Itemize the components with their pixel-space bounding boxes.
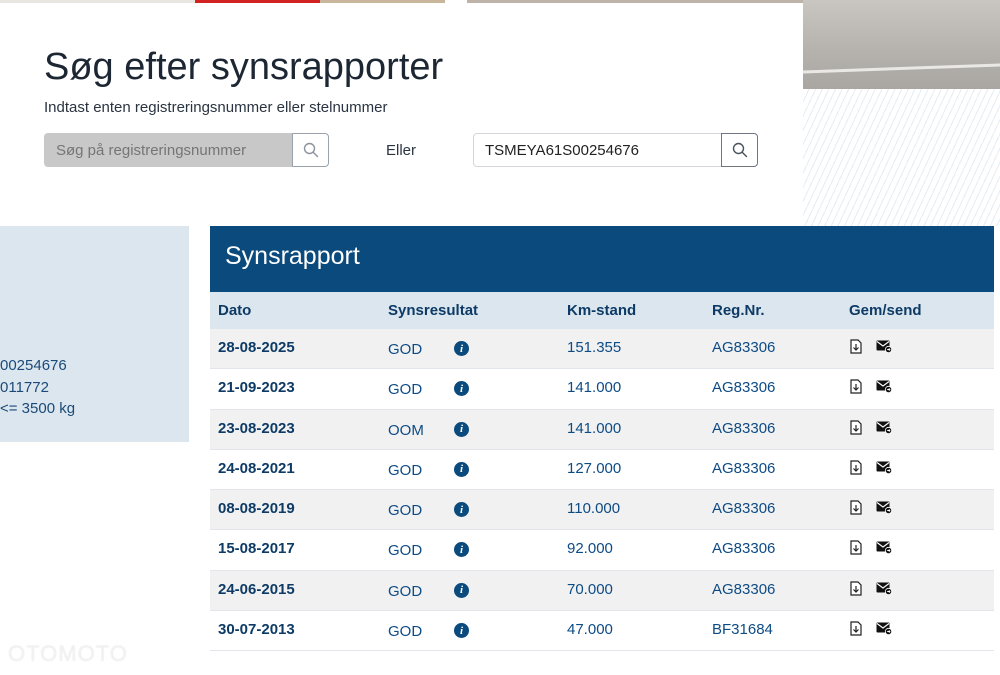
row-result: GOD xyxy=(388,461,423,479)
table-header: Dato Synsresultat Km-stand Reg.Nr. Gem/s… xyxy=(210,292,994,329)
download-file-icon[interactable] xyxy=(850,621,862,636)
banner-gap xyxy=(445,0,467,3)
vin-search-input[interactable] xyxy=(473,133,722,167)
report-title: Synsrapport xyxy=(210,226,994,292)
row-reg: AG83306 xyxy=(712,419,776,437)
row-result: GOD xyxy=(388,502,423,520)
column-header-km: Km-stand xyxy=(567,302,637,319)
row-km: 127.000 xyxy=(567,459,622,477)
info-icon[interactable]: i xyxy=(454,582,469,598)
row-date[interactable]: 21-09-2023 xyxy=(218,379,295,396)
row-date[interactable]: 15-08-2017 xyxy=(218,540,295,557)
reg-search-button[interactable] xyxy=(292,133,329,167)
search-icon xyxy=(303,142,318,158)
send-mail-icon[interactable] xyxy=(876,622,892,636)
download-file-icon[interactable] xyxy=(850,419,862,435)
search-icon xyxy=(732,142,747,158)
column-header-result: Synsresultat xyxy=(388,302,479,319)
road-image xyxy=(803,0,1000,89)
info-icon[interactable]: i xyxy=(454,502,469,518)
row-reg: AG83306 xyxy=(712,500,776,518)
row-reg: AG83306 xyxy=(712,339,776,356)
info-icon[interactable]: i xyxy=(454,421,469,437)
download-file-icon[interactable] xyxy=(850,379,862,394)
vin-search-button[interactable] xyxy=(721,133,758,167)
send-mail-icon[interactable] xyxy=(876,461,892,474)
row-date[interactable]: 30-07-2013 xyxy=(218,621,295,638)
table-row: 15-08-2017 GOD i 92.000 AG83306 xyxy=(210,530,994,571)
page-title: Søg efter synsrapporter xyxy=(44,46,444,88)
row-result: GOD xyxy=(388,341,423,358)
download-file-icon[interactable] xyxy=(850,540,862,556)
decorative-pattern xyxy=(803,89,1000,226)
info-icon[interactable]: i xyxy=(454,461,469,477)
row-result: GOD xyxy=(388,542,423,560)
table-row: 21-09-2023 GOD i 141.000 AG83306 xyxy=(210,369,994,410)
send-mail-icon[interactable] xyxy=(876,421,892,434)
download-file-icon[interactable] xyxy=(850,500,862,515)
send-mail-icon[interactable] xyxy=(876,340,892,353)
vehicle-id-fragment: 011772 xyxy=(0,379,49,396)
reg-search-input[interactable] xyxy=(44,133,292,167)
row-km: 151.355 xyxy=(567,339,622,356)
page-subtitle: Indtast enten registreringsnummer eller … xyxy=(44,99,388,116)
banner-image-gray xyxy=(467,0,803,3)
send-mail-icon[interactable] xyxy=(876,501,892,515)
table-row: 24-06-2015 GOD i 70.000 AG83306 xyxy=(210,570,994,612)
send-mail-icon[interactable] xyxy=(876,541,892,555)
column-header-reg: Reg.Nr. xyxy=(712,302,765,319)
table-row: 08-08-2019 GOD i 110.000 AG83306 xyxy=(210,490,994,531)
row-reg: AG83306 xyxy=(712,459,776,477)
reg-search-group xyxy=(44,133,329,167)
row-result: GOD xyxy=(388,582,423,600)
vin-search-group xyxy=(473,133,759,167)
table-row: 24-08-2021 GOD i 127.000 AG83306 xyxy=(210,449,994,491)
download-file-icon[interactable] xyxy=(850,581,862,596)
download-file-icon[interactable] xyxy=(850,460,862,475)
row-date[interactable]: 08-08-2019 xyxy=(218,500,295,517)
row-km: 141.000 xyxy=(567,379,622,397)
row-date[interactable]: 24-08-2021 xyxy=(218,460,295,477)
info-icon[interactable]: i xyxy=(454,542,469,558)
row-reg: BF31684 xyxy=(712,621,773,639)
or-label: Eller xyxy=(386,142,417,159)
row-km: 47.000 xyxy=(567,621,613,639)
table-body: 28-08-2025 GOD i 151.355 AG83306 21-09-2023 GO… xyxy=(210,329,994,652)
row-result: GOD xyxy=(388,381,423,399)
row-result: OOM xyxy=(388,421,424,439)
column-header-date: Dato xyxy=(218,302,252,319)
info-icon[interactable]: i xyxy=(454,341,469,356)
inspection-report-table: Synsrapport Dato Synsresultat Km-stand R… xyxy=(210,226,994,652)
row-date[interactable]: 23-08-2023 xyxy=(218,420,295,437)
send-mail-icon[interactable] xyxy=(876,582,892,595)
row-km: 141.000 xyxy=(567,419,622,437)
row-date[interactable]: 24-06-2015 xyxy=(218,581,295,598)
page: Søg efter synsrapporter Indtast enten re… xyxy=(0,0,1000,675)
table-row: 30-07-2013 GOD i 47.000 BF31684 xyxy=(210,611,994,652)
download-file-icon[interactable] xyxy=(850,339,862,354)
row-reg: AG83306 xyxy=(712,540,776,558)
row-date[interactable]: 28-08-2025 xyxy=(218,339,295,356)
vehicle-vin-fragment: 00254676 xyxy=(0,357,67,374)
watermark: OTOMOTO xyxy=(8,641,128,666)
info-icon[interactable]: i xyxy=(454,381,469,397)
row-km: 110.000 xyxy=(567,500,621,518)
vehicle-info-panel: 00254676 011772 <= 3500 kg xyxy=(0,226,189,442)
banner-image-beige xyxy=(320,0,445,3)
row-km: 70.000 xyxy=(567,580,613,598)
column-header-save-send: Gem/send xyxy=(849,302,922,319)
table-row: 23-08-2023 OOM i 141.000 AG83306 xyxy=(210,409,994,450)
row-reg: AG83306 xyxy=(712,379,776,397)
vehicle-weight-fragment: <= 3500 kg xyxy=(0,400,76,417)
row-km: 92.000 xyxy=(567,540,613,558)
row-result: GOD xyxy=(388,623,423,641)
table-row: 28-08-2025 GOD i 151.355 AG83306 xyxy=(210,329,994,370)
send-mail-icon[interactable] xyxy=(876,380,892,394)
info-icon[interactable]: i xyxy=(454,623,469,639)
banner-image-red xyxy=(195,0,320,3)
row-reg: AG83306 xyxy=(712,580,776,598)
